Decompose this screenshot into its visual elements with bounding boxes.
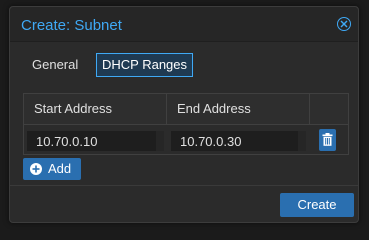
- dhcp-ranges-grid: Start Address End Address 10.70.0.10 10.…: [23, 93, 349, 155]
- footer-divider: [10, 185, 358, 186]
- close-button[interactable]: [337, 17, 351, 31]
- add-button-label: Add: [48, 161, 72, 176]
- create-subnet-dialog: Create: Subnet General DHCP Ranges Start…: [9, 6, 359, 223]
- end-address-field[interactable]: 10.70.0.30: [171, 131, 298, 151]
- trash-icon: [322, 133, 333, 146]
- close-icon: [340, 20, 348, 28]
- column-header-actions: [310, 94, 348, 124]
- dialog-title-bar: Create: Subnet: [10, 7, 358, 42]
- grid-header: Start Address End Address: [24, 94, 348, 125]
- table-row: 10.70.0.10 10.70.0.30: [24, 125, 348, 155]
- column-header-end-address: End Address: [167, 94, 310, 124]
- start-address-field[interactable]: 10.70.0.10: [27, 131, 156, 151]
- add-range-button[interactable]: Add: [23, 158, 81, 180]
- delete-row-button[interactable]: [319, 129, 336, 151]
- dialog-title: Create: Subnet: [21, 17, 122, 34]
- create-button[interactable]: Create: [280, 193, 354, 217]
- start-address-field-end: [156, 131, 164, 151]
- end-address-field-end: [298, 131, 306, 151]
- tab-dhcp-ranges[interactable]: DHCP Ranges: [96, 53, 193, 77]
- tab-general[interactable]: General: [22, 53, 80, 77]
- column-header-start-address: Start Address: [24, 94, 167, 124]
- plus-circle-icon: [30, 163, 42, 175]
